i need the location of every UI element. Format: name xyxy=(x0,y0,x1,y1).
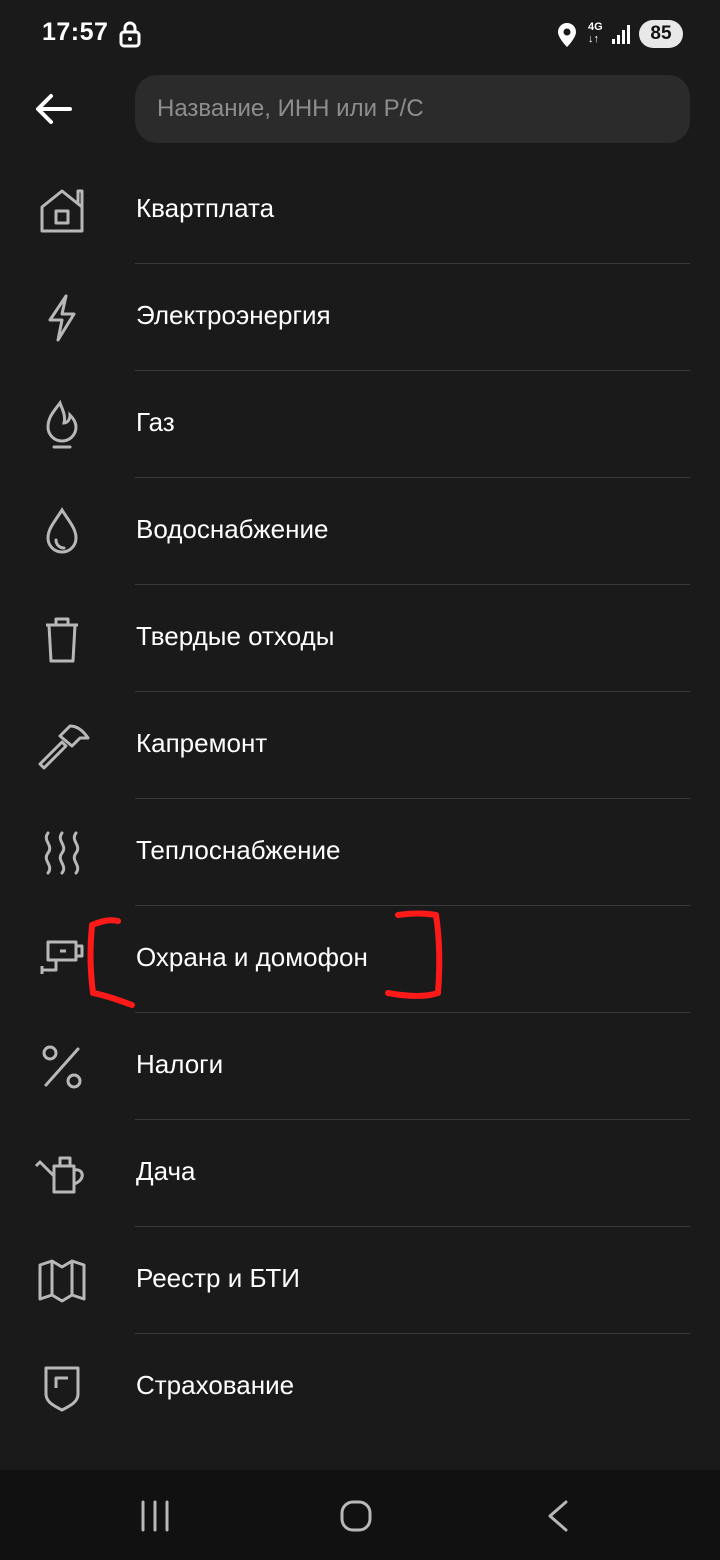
status-bar: 17:57 4G ↓↑ 85 xyxy=(0,0,720,70)
category-item-heating[interactable]: Теплоснабжение xyxy=(0,799,720,906)
search-input[interactable] xyxy=(157,75,677,143)
watering-can-icon xyxy=(34,1146,90,1202)
category-item-taxes[interactable]: Налоги xyxy=(0,1013,720,1120)
system-nav-bar xyxy=(0,1470,720,1560)
recent-apps-icon[interactable] xyxy=(135,1498,175,1534)
water-drop-icon xyxy=(34,504,90,560)
percent-icon xyxy=(34,1039,90,1095)
category-label: Водоснабжение xyxy=(136,514,329,544)
category-label: Страхование xyxy=(136,1370,295,1400)
lock-icon xyxy=(119,21,141,48)
shield-icon xyxy=(34,1360,90,1416)
network-arrows: ↓↑ xyxy=(588,33,599,45)
category-item-electricity[interactable]: Электроэнергия xyxy=(0,264,720,371)
category-label: Теплоснабжение xyxy=(136,835,341,865)
category-label: Квартплата xyxy=(136,193,275,223)
network-type: 4G xyxy=(588,21,603,33)
category-item-insurance[interactable]: Страхование xyxy=(0,1334,720,1441)
category-item-dacha[interactable]: Дача xyxy=(0,1120,720,1227)
category-label: Газ xyxy=(136,407,175,437)
house-icon xyxy=(34,183,90,239)
battery-level: 85 xyxy=(639,20,683,48)
screen: 17:57 4G ↓↑ 85 Название, ИНН или Р/С Ква… xyxy=(0,0,720,1560)
category-label: Реестр и БТИ xyxy=(136,1263,300,1293)
category-label: Охрана и домофон xyxy=(136,942,368,972)
category-item-kvartplata[interactable]: Квартплата xyxy=(0,157,720,264)
security-camera-icon xyxy=(34,932,90,988)
search-box[interactable] xyxy=(135,75,690,143)
hammer-icon xyxy=(34,718,90,774)
category-item-gas[interactable]: Газ xyxy=(0,371,720,478)
trash-bin-icon xyxy=(34,611,90,667)
category-label: Налоги xyxy=(136,1049,224,1079)
signal-icon xyxy=(612,25,630,44)
back-nav-icon[interactable] xyxy=(540,1496,576,1536)
back-arrow-icon[interactable] xyxy=(30,86,76,132)
location-icon xyxy=(558,23,576,47)
category-item-kapremont[interactable]: Капремонт xyxy=(0,692,720,799)
category-label: Капремонт xyxy=(136,728,268,758)
map-icon xyxy=(34,1253,90,1309)
heat-waves-icon xyxy=(34,825,90,881)
gas-flame-icon xyxy=(34,397,90,453)
lightning-icon xyxy=(34,290,90,346)
category-item-waste[interactable]: Твердые отходы xyxy=(0,585,720,692)
category-item-registry[interactable]: Реестр и БТИ xyxy=(0,1227,720,1334)
category-item-security[interactable]: Охрана и домофон xyxy=(0,906,720,1013)
home-icon[interactable] xyxy=(336,1496,376,1536)
category-list: Квартплата Электроэнергия Газ Водоснабже… xyxy=(0,157,720,1441)
status-time: 17:57 xyxy=(42,18,109,46)
category-item-water[interactable]: Водоснабжение xyxy=(0,478,720,585)
category-label: Дача xyxy=(136,1156,196,1186)
category-label: Твердые отходы xyxy=(136,621,335,651)
category-label: Электроэнергия xyxy=(136,300,331,330)
